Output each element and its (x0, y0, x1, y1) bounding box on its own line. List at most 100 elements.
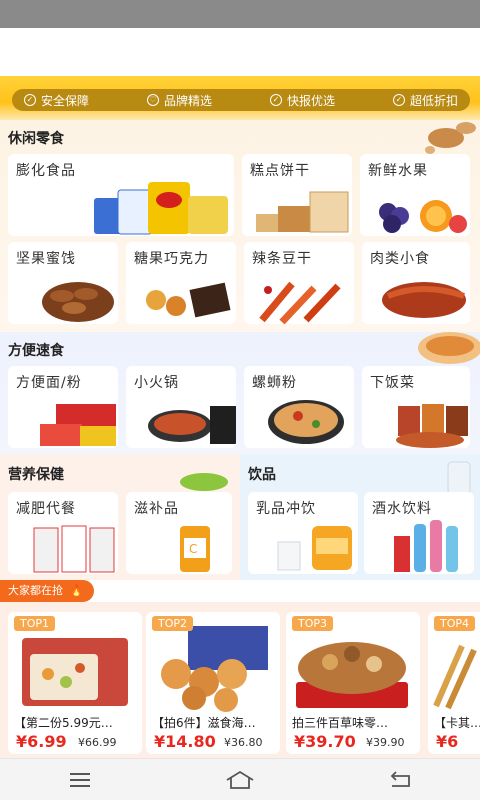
product-card[interactable]: TOP3 拍三件百草味零… ¥39.70 ¥39.90 (286, 612, 420, 754)
check-circle-icon: ✓ (392, 94, 405, 106)
category-label: 乳品冲饮 (256, 501, 316, 517)
promo-bar: ✓ 安全保障 ♡ 品牌精选 ✓ 快报优选 ✓ 超低折扣 (12, 89, 470, 111)
category-fresh-fruit[interactable]: 新鲜水果 (360, 154, 470, 236)
promo-item-safety: ✓ 安全保障 (24, 92, 89, 109)
noodle-bowl-decoration (418, 332, 480, 364)
back-button[interactable] (380, 765, 420, 795)
meal-replacement-image (33, 525, 115, 573)
milk-decoration (447, 461, 471, 495)
category-label: 新鲜水果 (368, 163, 428, 179)
category-nuts[interactable]: 坚果蜜饯 (8, 242, 118, 324)
promo-label: 品牌精选 (163, 93, 212, 108)
home-icon (226, 770, 254, 789)
product-name: 【第二份5.99元… (14, 716, 113, 730)
section-title: 饮品 (248, 467, 276, 483)
product-image (433, 644, 477, 710)
product-price: ¥6 (436, 732, 459, 751)
rank-badge: TOP1 (14, 616, 56, 631)
shield-icon: ✓ (24, 94, 36, 106)
category-spicy-strips[interactable]: 辣条豆干 (244, 242, 354, 324)
hot-tag: 大家都在抢 🔥 (0, 580, 94, 602)
category-meal-replacement[interactable]: 减肥代餐 (8, 492, 118, 574)
side-dishes-image (396, 404, 468, 448)
section-health: 营养保健 减肥代餐 滋补品 C (0, 454, 240, 580)
chocolate-image (146, 282, 231, 318)
system-nav-bar (0, 758, 480, 800)
product-image (296, 642, 408, 708)
product-price: ¥14.80 (154, 732, 216, 751)
promo-item-discount: ✓ 超低折扣 (392, 92, 458, 109)
category-dairy-drinks[interactable]: 乳品冲饮 (248, 492, 358, 574)
tonics-image: C (180, 526, 210, 572)
back-icon (390, 770, 410, 787)
promo-label: 超低折扣 (409, 93, 458, 108)
product-name: 【拍6件】滋食海… (152, 716, 256, 730)
beverages-image (394, 520, 458, 572)
section-title: 方便速食 (8, 343, 64, 359)
biscuits-image (256, 191, 349, 233)
category-label: 酒水饮料 (372, 501, 432, 517)
header-area (0, 28, 480, 76)
category-instant-noodles[interactable]: 方便面/粉 (8, 366, 118, 448)
rank-badge: TOP3 (292, 616, 334, 631)
section-instant-food: 方便速食 方便面/粉 小火锅 螺蛳粉 下饭菜 (0, 332, 480, 454)
category-alcohol-beverages[interactable]: 酒水饮料 (364, 492, 474, 574)
product-image (22, 638, 128, 706)
promo-label: 安全保障 (41, 93, 90, 108)
menu-button[interactable] (60, 765, 100, 795)
leaf-decoration (180, 473, 228, 491)
category-biscuits[interactable]: 糕点饼干 (242, 154, 352, 236)
snail-noodles-image (268, 400, 344, 444)
product-price: ¥6.99 (16, 732, 67, 751)
rank-badge: TOP2 (152, 616, 194, 631)
section-title: 营养保健 (8, 467, 64, 483)
home-button[interactable] (220, 765, 260, 795)
category-label: 螺蛳粉 (252, 375, 297, 391)
product-card[interactable]: TOP4 【卡其… ¥6 (428, 612, 480, 754)
instant-noodles-image (40, 404, 116, 446)
category-label: 坚果蜜饯 (16, 251, 76, 267)
category-label: 小火锅 (134, 375, 179, 391)
promo-label: 快报优选 (286, 93, 335, 108)
category-meat-snacks[interactable]: 肉类小食 (362, 242, 470, 324)
promo-item-brand: ♡ 品牌精选 (146, 92, 212, 109)
category-label: 肉类小食 (370, 251, 430, 267)
section-title: 休闲零食 (8, 131, 64, 147)
category-mini-hotpot[interactable]: 小火锅 (126, 366, 236, 448)
dairy-drinks-image (277, 526, 352, 571)
promo-item-express: ✓ 快报优选 (269, 92, 335, 109)
product-card[interactable]: TOP1 【第二份5.99元… ¥6.99 ¥66.99 (8, 612, 142, 754)
category-candy-chocolate[interactable]: 糖果巧克力 (126, 242, 236, 324)
hotpot-image (148, 406, 236, 444)
category-snail-noodles[interactable]: 螺蛳粉 (244, 366, 354, 448)
status-bar (0, 0, 480, 28)
product-old-price: ¥66.99 (78, 736, 117, 749)
svg-text:C: C (189, 542, 197, 556)
product-price: ¥39.70 (294, 732, 356, 751)
category-label: 糖果巧克力 (134, 251, 209, 267)
flame-icon: 🔥 (69, 584, 84, 597)
fruit-image (379, 200, 467, 233)
chips-image (94, 182, 228, 235)
heart-icon: ♡ (146, 94, 159, 106)
check-circle-icon: ✓ (269, 94, 282, 106)
category-label: 减肥代餐 (16, 501, 76, 517)
hot-tag-label: 大家都在抢 (8, 584, 63, 597)
category-label: 滋补品 (134, 501, 179, 517)
product-name: 拍三件百草味零… (292, 716, 389, 730)
category-puffed-food[interactable]: 膨化食品 (8, 154, 234, 236)
product-card[interactable]: TOP2 【拍6件】滋食海… ¥14.80 ¥36.80 (146, 612, 280, 754)
product-image (161, 626, 268, 712)
meat-snacks-image (382, 282, 466, 318)
spicy-strips-image (259, 281, 341, 324)
category-tonics[interactable]: 滋补品 C (126, 492, 232, 574)
category-side-dishes[interactable]: 下饭菜 (362, 366, 470, 448)
product-old-price: ¥39.90 (366, 736, 405, 749)
category-label: 方便面/粉 (16, 375, 82, 391)
product-name: 【卡其… (434, 716, 480, 730)
category-label: 辣条豆干 (252, 251, 312, 267)
category-label: 膨化食品 (16, 163, 76, 179)
product-old-price: ¥36.80 (224, 736, 263, 749)
category-label: 下饭菜 (370, 375, 415, 391)
nuts-image (42, 282, 114, 322)
